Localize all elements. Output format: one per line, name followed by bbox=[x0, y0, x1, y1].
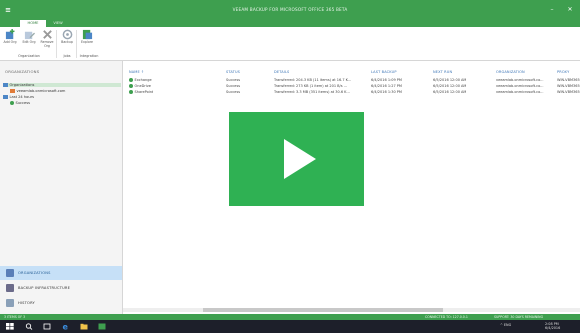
nav-backup-infrastructure[interactable]: BACKUP INFRASTRUCTURE bbox=[0, 281, 122, 295]
ribbon: Add Org Edit Org Remove Org Backup Explo… bbox=[0, 27, 580, 61]
task-view-icon[interactable] bbox=[43, 323, 51, 330]
organizations-nav-icon bbox=[6, 269, 14, 277]
minimize-button[interactable]: – bbox=[545, 6, 559, 14]
job-name: OneDrive bbox=[134, 84, 151, 88]
column-details[interactable]: DETAILS bbox=[274, 70, 289, 74]
nav-label: BACKUP INFRASTRUCTURE bbox=[18, 286, 71, 290]
job-details: Transferred: 3.3 MB (351 items) at 30.6 … bbox=[274, 90, 350, 94]
windows-start-icon[interactable] bbox=[6, 323, 14, 330]
explore-label: Explore bbox=[81, 40, 93, 44]
title-bar: ≡ VEEAM BACKUP FOR MICROSOFT OFFICE 365 … bbox=[0, 0, 580, 20]
taskbar: e ^ ENG 2:08 PM 6/4/2016 bbox=[0, 320, 580, 333]
column-name[interactable]: NAME ↑ bbox=[129, 70, 144, 74]
edit-org-label: Edit Org bbox=[22, 40, 36, 44]
column-organization[interactable]: ORGANIZATION bbox=[496, 70, 525, 74]
nav-label: ORGANIZATIONS bbox=[18, 271, 51, 275]
tree-item-org[interactable]: veeamlab.onmicrosoft.com bbox=[10, 89, 65, 93]
table-row[interactable]: Exchange bbox=[129, 78, 152, 82]
history-nav-icon bbox=[6, 299, 14, 307]
edge-browser-icon[interactable]: e bbox=[62, 323, 70, 330]
tree-item-organizations[interactable]: Organizations bbox=[3, 83, 121, 87]
add-org-icon bbox=[5, 29, 14, 40]
tree-item-last-24-hours[interactable]: Last 24 hours bbox=[3, 95, 34, 99]
scrollbar-thumb[interactable] bbox=[203, 308, 443, 312]
tab-view[interactable]: VIEW bbox=[48, 20, 68, 27]
add-org-label: Add Org bbox=[3, 40, 17, 44]
table-row[interactable]: SharePoint bbox=[129, 90, 153, 94]
job-name: SharePoint bbox=[134, 90, 154, 94]
history-icon bbox=[3, 95, 8, 99]
backup-label: Backup bbox=[61, 40, 73, 44]
job-status: Success bbox=[226, 78, 241, 82]
table-row[interactable]: OneDrive bbox=[129, 84, 151, 88]
success-icon bbox=[10, 101, 14, 105]
video-play-overlay[interactable] bbox=[229, 112, 364, 206]
explore-button[interactable]: Explore bbox=[80, 29, 94, 55]
left-pane: ORGANIZATIONS Organizations veeamlab.onm… bbox=[0, 61, 123, 314]
job-details: Transferred: 273 KB (1 item) at 201 B/s … bbox=[274, 84, 348, 88]
search-icon[interactable] bbox=[25, 323, 33, 330]
job-status: Success bbox=[226, 90, 241, 94]
remove-org-button[interactable]: Remove Org bbox=[40, 29, 54, 55]
infrastructure-nav-icon bbox=[6, 284, 14, 292]
job-proxy: WIN-VBM365 bbox=[557, 78, 580, 82]
nav-organizations[interactable]: ORGANIZATIONS bbox=[0, 266, 122, 280]
column-status[interactable]: STATUS bbox=[226, 70, 240, 74]
window-title: VEEAM BACKUP FOR MICROSOFT OFFICE 365 BE… bbox=[232, 7, 348, 12]
ribbon-separator bbox=[56, 30, 57, 58]
close-button[interactable]: ✕ bbox=[563, 6, 577, 14]
ribbon-tabs: HOME VIEW bbox=[0, 20, 580, 27]
edit-org-icon bbox=[24, 31, 35, 40]
success-icon bbox=[129, 84, 133, 88]
file-explorer-icon[interactable] bbox=[80, 323, 88, 330]
job-organization: veeamlab.onmicrosoft.co... bbox=[496, 78, 544, 82]
success-icon bbox=[129, 78, 133, 82]
job-last-backup: 6/4/2016 1:27 PM bbox=[371, 84, 402, 88]
column-last-backup[interactable]: LAST BACKUP bbox=[371, 70, 397, 74]
organizations-icon bbox=[3, 83, 8, 87]
add-org-button[interactable]: Add Org bbox=[3, 29, 17, 55]
tree-item-label: veeamlab.onmicrosoft.com bbox=[16, 89, 66, 93]
job-next-run: 6/5/2016 12:00 AM bbox=[433, 78, 467, 82]
backup-icon bbox=[62, 29, 72, 40]
job-last-backup: 6/4/2016 1:09 PM bbox=[371, 78, 402, 82]
nav-history[interactable]: HISTORY bbox=[0, 296, 122, 310]
job-organization: veeamlab.onmicrosoft.co... bbox=[496, 90, 544, 94]
office365-icon bbox=[10, 89, 15, 93]
job-status: Success bbox=[226, 84, 241, 88]
tree-item-label: Last 24 hours bbox=[9, 95, 34, 99]
job-name: Exchange bbox=[134, 78, 152, 82]
column-next-run[interactable]: NEXT RUN bbox=[433, 70, 452, 74]
veeam-app-icon[interactable] bbox=[98, 323, 106, 330]
clock[interactable]: 2:08 PM 6/4/2016 bbox=[545, 322, 560, 331]
group-organization: Organization bbox=[18, 54, 40, 58]
edit-org-button[interactable]: Edit Org bbox=[22, 29, 36, 55]
tree-item-success[interactable]: Success bbox=[10, 101, 30, 105]
pane-header: ORGANIZATIONS bbox=[5, 69, 40, 74]
play-icon bbox=[283, 139, 316, 179]
clock-date: 6/4/2016 bbox=[545, 326, 561, 330]
group-jobs: Jobs bbox=[63, 54, 71, 58]
job-organization: veeamlab.onmicrosoft.co... bbox=[496, 84, 544, 88]
explore-icon bbox=[82, 29, 92, 40]
nav-label: HISTORY bbox=[18, 301, 35, 305]
tree-item-label: Organizations bbox=[9, 83, 35, 87]
job-next-run: 6/5/2016 12:00 AM bbox=[433, 90, 467, 94]
tree-item-label: Success bbox=[15, 101, 30, 105]
job-last-backup: 6/4/2016 1:30 PM bbox=[371, 90, 402, 94]
job-proxy: WIN-VBM365 bbox=[557, 90, 580, 94]
horizontal-scrollbar[interactable] bbox=[123, 308, 580, 312]
system-tray[interactable]: ^ ENG bbox=[500, 323, 511, 327]
group-integration: Integration bbox=[79, 54, 99, 58]
svg-text:e: e bbox=[63, 323, 69, 330]
backup-button[interactable]: Backup bbox=[60, 29, 74, 55]
job-details: Transferred: 204.3 KB (11 items) at 16.7… bbox=[274, 78, 352, 82]
job-next-run: 6/5/2016 12:00 AM bbox=[433, 84, 467, 88]
column-proxy[interactable]: PROXY bbox=[557, 70, 569, 74]
tab-home[interactable]: HOME bbox=[20, 20, 46, 27]
remove-org-label: Remove Org bbox=[40, 40, 54, 48]
success-icon bbox=[129, 90, 133, 94]
job-proxy: WIN-VBM365 bbox=[557, 84, 580, 88]
remove-org-icon bbox=[42, 30, 52, 39]
